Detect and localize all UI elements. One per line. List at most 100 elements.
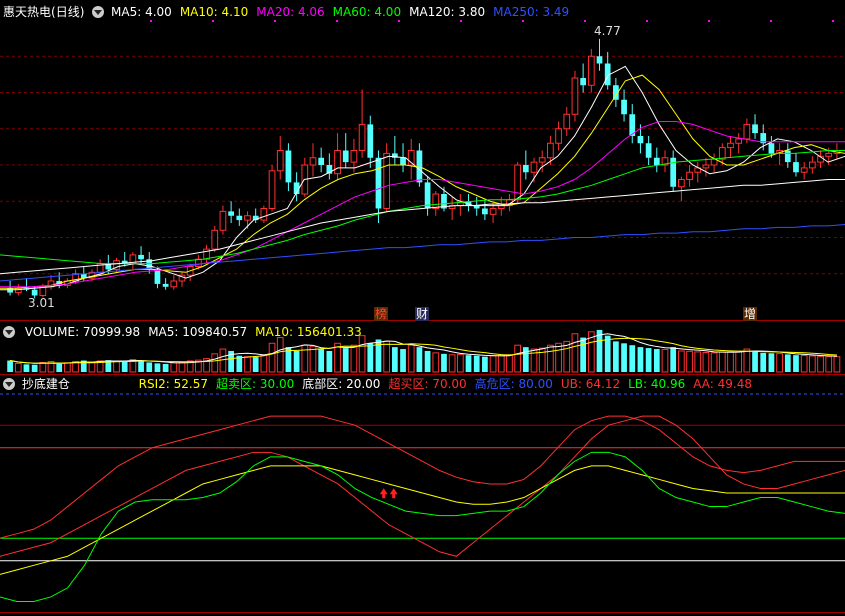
volume-bar <box>702 351 710 373</box>
volume-bar <box>596 329 603 372</box>
candle-body <box>211 229 219 250</box>
candle-body <box>416 150 423 183</box>
indicator-line <box>0 451 845 602</box>
volume-bar <box>522 347 529 372</box>
price-chart[interactable] <box>0 0 845 320</box>
collapse-triangle-icon[interactable] <box>3 378 15 390</box>
candle-body <box>571 77 579 115</box>
indicator-name: 抄底建仓 <box>21 377 70 391</box>
ma-value-label: MA10: 4.10 <box>179 5 249 19</box>
volume-bar <box>358 335 366 373</box>
candle-body <box>342 150 349 163</box>
volume-bar <box>56 363 63 372</box>
volume-bar <box>7 360 13 372</box>
volume-bar <box>752 350 758 372</box>
candle-body <box>367 124 374 158</box>
volume-bar <box>448 354 456 373</box>
candle-body <box>735 138 743 144</box>
volume-bar <box>39 361 47 373</box>
volume-bar <box>383 340 391 373</box>
indicator-chart[interactable] <box>0 376 845 606</box>
volume-bar <box>735 350 743 373</box>
volume-bar <box>637 347 644 372</box>
candle-body <box>138 254 144 260</box>
indicator-value-label: 超买区: 70.00 <box>388 377 467 391</box>
volume-bar <box>613 341 619 372</box>
buy-signal-arrow-icon <box>389 488 398 499</box>
candle-body <box>170 280 178 288</box>
volume-bar <box>571 333 579 373</box>
volume-bar <box>482 356 488 372</box>
collapse-triangle-icon[interactable] <box>92 6 105 18</box>
volume-value-label: VOLUME: 70999.98 <box>24 325 141 339</box>
volume-bar <box>31 364 38 372</box>
signal-marker[interactable]: 财 <box>415 307 430 321</box>
candle-body <box>228 211 234 216</box>
volume-value-label: MA10: 156401.33 <box>255 325 362 339</box>
candle-body <box>400 157 406 165</box>
candle-body <box>653 157 660 165</box>
collapse-triangle-icon[interactable] <box>3 326 15 338</box>
panel-separator <box>0 612 845 613</box>
candle-body <box>800 167 808 173</box>
ma-line <box>0 74 845 289</box>
dot-marker <box>646 20 648 22</box>
candle-body <box>432 193 440 209</box>
candle-body <box>489 208 497 215</box>
indicator-value-label: AA: 49.48 <box>693 377 753 391</box>
candle-body <box>621 99 627 115</box>
volume-bar <box>694 351 702 373</box>
candle-body <box>358 123 366 152</box>
candle-body <box>219 210 227 231</box>
volume-bar <box>432 352 440 373</box>
candle-body <box>637 136 644 144</box>
volume-bar <box>473 355 480 372</box>
candle-body <box>793 162 799 173</box>
volume-bar <box>350 344 358 373</box>
indicator-panel-header: 抄底建仓 RSI2: 52.57 超卖区: 30.00 底部区: 20.00 超买区:… <box>3 377 752 391</box>
indicator-value-label: UB: 64.12 <box>560 377 621 391</box>
stock-chart-window: 惠天热电(日线) MA5: 4.00 MA10: 4.10 MA20: 4.06 MA… <box>0 0 845 616</box>
volume-bar <box>407 344 415 373</box>
indicator-value-label: RSI2: 52.57 <box>138 377 209 391</box>
volume-bar <box>645 348 652 372</box>
volume-bar <box>629 345 636 372</box>
volume-bar <box>678 350 685 373</box>
period-label: (日线) <box>51 5 85 19</box>
candle-body <box>587 55 595 86</box>
volume-bar <box>14 362 22 373</box>
ma-line <box>0 179 845 275</box>
signal-marker[interactable]: 增 <box>743 307 758 321</box>
volume-bar <box>64 362 71 373</box>
candle-body <box>285 150 292 183</box>
volume-bar <box>178 361 186 373</box>
volume-bar <box>219 348 227 373</box>
volume-bar <box>817 355 824 373</box>
volume-bar <box>776 353 783 373</box>
volume-bar <box>800 355 808 373</box>
volume-bar <box>547 344 554 373</box>
price-panel-header: 惠天热电(日线) MA5: 4.00 MA10: 4.10 MA20: 4.06 MA… <box>3 5 569 19</box>
volume-bar <box>276 337 284 373</box>
volume-bar <box>88 361 96 373</box>
candle-body <box>162 283 169 287</box>
volume-panel-header: VOLUME: 70999.98 MA5: 109840.57 MA10: 1564… <box>3 325 362 339</box>
signal-marker[interactable]: 榜 <box>374 307 389 321</box>
volume-bar <box>580 337 586 372</box>
volume-bar <box>268 342 276 373</box>
candle-body <box>31 289 38 296</box>
indicator-line <box>0 465 845 575</box>
volume-bar <box>760 352 767 372</box>
candle-body <box>482 208 488 215</box>
ma-value-label: MA250: 3.49 <box>493 5 570 19</box>
volume-bar <box>211 353 219 373</box>
volume-bar <box>808 355 816 373</box>
candle-body <box>334 150 341 175</box>
candle-body <box>686 171 693 180</box>
price-high-label: 4.77 <box>594 24 621 38</box>
candle-body <box>743 123 751 140</box>
dot-marker <box>770 20 772 22</box>
volume-bar <box>301 344 309 373</box>
volume-bar <box>416 347 423 372</box>
volume-bar <box>465 355 472 372</box>
